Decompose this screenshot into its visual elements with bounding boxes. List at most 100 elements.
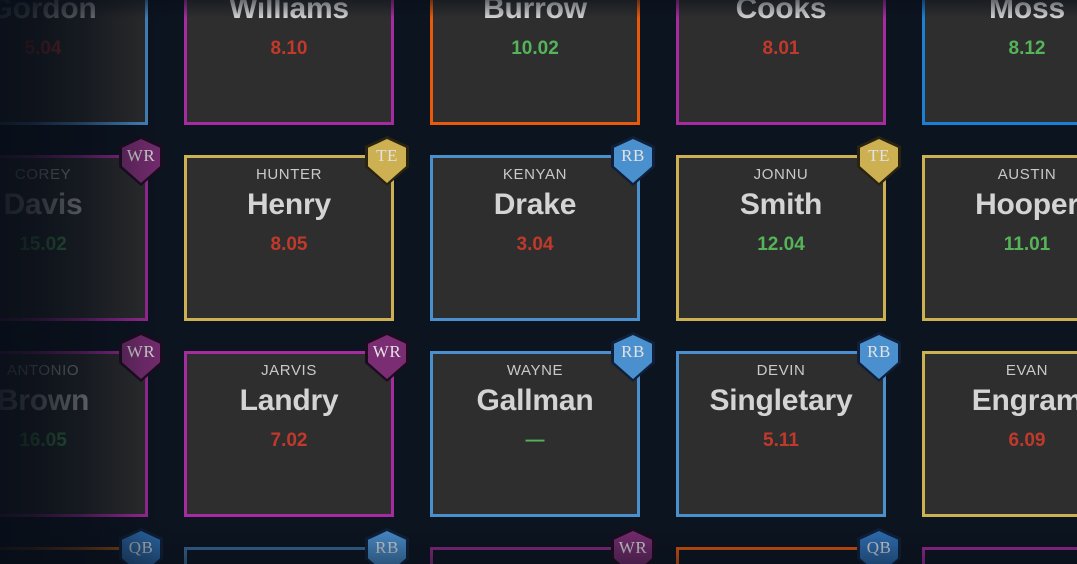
player-card[interactable]: DEVIN Singletary 5.11 RB xyxy=(676,332,901,517)
draft-board-cell: QB xyxy=(658,528,904,564)
draft-board-cell: MIKEWilliams8.10WR xyxy=(166,0,412,141)
player-draft-value: 11.01 xyxy=(1003,233,1051,255)
position-badge-shield-icon: WR xyxy=(368,335,406,379)
player-card[interactable]: COREY Davis 15.02 WR xyxy=(0,136,163,321)
player-first-name: JARVIS xyxy=(261,362,317,379)
position-badge-wr-icon: WR xyxy=(611,528,655,564)
player-draft-value: 8.12 xyxy=(1008,37,1046,59)
draft-board-cell: ZACKMoss8.12QB xyxy=(904,0,1077,141)
player-draft-value: 5.04 xyxy=(24,37,62,59)
player-first-name: AUSTIN xyxy=(997,166,1057,183)
player-card[interactable]: WAYNE Gallman — RB xyxy=(430,332,655,517)
player-draft-value: 3.04 xyxy=(516,233,554,255)
player-last-name: Landry xyxy=(239,383,339,417)
player-card[interactable]: BRANDINCooks8.01WR xyxy=(676,0,886,125)
player-draft-value: 7.02 xyxy=(270,429,308,451)
player-last-name: Williams xyxy=(229,0,349,25)
position-badge-shield-icon: QB xyxy=(122,531,160,564)
player-last-name: Hooper xyxy=(975,187,1077,221)
draft-board-cell: WR xyxy=(412,528,658,564)
player-first-name: COREY xyxy=(14,166,72,183)
player-last-name: Gordon xyxy=(0,0,97,25)
player-card[interactable]: MELVINGordon5.04QB xyxy=(0,0,148,125)
player-card[interactable]: JARVIS Landry 7.02 WR xyxy=(184,332,409,517)
position-badge-label: RB xyxy=(375,538,399,557)
draft-board-cell: WR xyxy=(904,533,1077,564)
position-badge-shield-icon: TE xyxy=(860,139,898,183)
position-badge-rb-icon: RB xyxy=(365,528,409,564)
player-last-name: Engram xyxy=(971,383,1077,417)
draft-board-cell: ANTONIO Brown 16.05 WR xyxy=(0,332,166,533)
player-card[interactable]: WR xyxy=(430,528,655,564)
position-badge-label: RB xyxy=(867,342,891,361)
position-badge-shield-icon: RB xyxy=(614,335,652,379)
player-first-name: KENYAN xyxy=(502,166,568,183)
draft-board-cell: KENYAN Drake 3.04 RB xyxy=(412,136,658,337)
player-card[interactable]: QB xyxy=(0,528,163,564)
position-badge-label: RB xyxy=(621,146,645,165)
player-last-name: Smith xyxy=(739,187,823,221)
position-badge-wr-icon: WR xyxy=(119,332,163,382)
position-badge-label: WR xyxy=(126,342,156,361)
position-badge-shield-icon: WR xyxy=(122,335,160,379)
player-first-name: ANTONIO xyxy=(6,362,80,379)
player-card[interactable]: RB xyxy=(184,528,409,564)
player-first-name: DEVIN xyxy=(756,362,806,379)
player-card[interactable]: MIKEWilliams8.10WR xyxy=(184,0,394,125)
player-card[interactable]: ZACKMoss8.12QB xyxy=(922,0,1077,125)
draft-board-cell: AUSTINHooper11.01TE xyxy=(904,141,1077,337)
position-badge-shield-icon: RB xyxy=(614,139,652,183)
position-badge-shield-icon: RB xyxy=(860,335,898,379)
player-card[interactable]: WR xyxy=(922,547,1077,564)
draft-board-cell: HUNTER Henry 8.05 TE xyxy=(166,136,412,337)
position-badge-shield-icon: QB xyxy=(860,531,898,564)
player-draft-value: 5.11 xyxy=(763,429,799,451)
player-last-name: Moss xyxy=(989,0,1065,25)
position-badge-label: QB xyxy=(866,538,892,557)
player-first-name: WAYNE xyxy=(506,362,564,379)
position-badge-rb-icon: RB xyxy=(857,332,901,382)
player-first-name: EVAN xyxy=(1005,362,1049,379)
position-badge-shield-icon: TE xyxy=(368,139,406,183)
draft-board-cell: JOEBurrow10.02QB xyxy=(412,0,658,141)
position-badge-shield-icon: RB xyxy=(368,531,406,564)
player-last-name: Cooks xyxy=(735,0,827,25)
player-draft-value: 15.02 xyxy=(19,233,67,255)
player-card[interactable]: JOEBurrow10.02QB xyxy=(430,0,640,125)
player-first-name: HUNTER xyxy=(255,166,323,183)
player-draft-value: 6.09 xyxy=(1008,429,1046,451)
player-card[interactable]: EVANEngram6.09TE xyxy=(922,351,1077,517)
position-badge-label: TE xyxy=(868,146,890,165)
player-draft-value: 8.01 xyxy=(762,37,800,59)
position-badge-label: RB xyxy=(621,342,645,361)
player-draft-value: 8.10 xyxy=(270,37,308,59)
draft-board-cell: BRANDINCooks8.01WR xyxy=(658,0,904,141)
position-badge-rb-icon: RB xyxy=(611,332,655,382)
position-badge-wr-icon: WR xyxy=(119,136,163,186)
position-badge-label: TE xyxy=(376,146,398,165)
player-card[interactable]: KENYAN Drake 3.04 RB xyxy=(430,136,655,321)
position-badge-label: QB xyxy=(128,538,154,557)
player-last-name: Drake xyxy=(493,187,577,221)
draft-board-cell: RB xyxy=(166,528,412,564)
position-badge-qb-icon: QB xyxy=(119,528,163,564)
player-card[interactable]: QB xyxy=(676,528,901,564)
player-last-name: Burrow xyxy=(483,0,587,25)
player-draft-value: 8.05 xyxy=(270,233,308,255)
player-last-name: Henry xyxy=(246,187,332,221)
position-badge-label: WR xyxy=(126,146,156,165)
position-badge-label: WR xyxy=(618,538,648,557)
player-card[interactable]: HUNTER Henry 8.05 TE xyxy=(184,136,409,321)
draft-board-cell: JONNU Smith 12.04 TE xyxy=(658,136,904,337)
position-badge-rb-icon: RB xyxy=(611,136,655,186)
player-card[interactable]: ANTONIO Brown 16.05 WR xyxy=(0,332,163,517)
draft-board-cell: EVANEngram6.09TE xyxy=(904,337,1077,533)
player-card[interactable]: AUSTINHooper11.01TE xyxy=(922,155,1077,321)
position-badge-shield-icon: WR xyxy=(122,139,160,183)
draft-board: MELVINGordon5.04QBMIKEWilliams8.10WRJOEB… xyxy=(0,0,1077,564)
player-last-name: Brown xyxy=(0,383,90,417)
draft-board-cell: DEVIN Singletary 5.11 RB xyxy=(658,332,904,533)
player-card[interactable]: JONNU Smith 12.04 TE xyxy=(676,136,901,321)
player-draft-value: 10.02 xyxy=(511,37,559,59)
position-badge-te-icon: TE xyxy=(365,136,409,186)
